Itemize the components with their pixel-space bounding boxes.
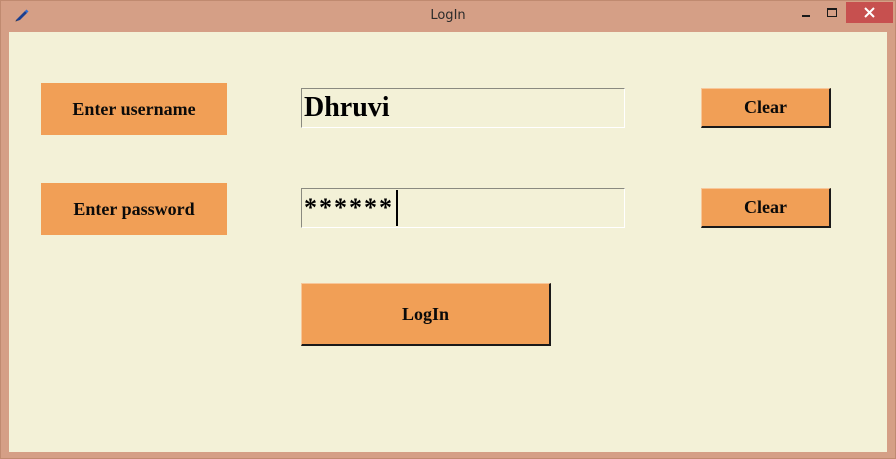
- maximize-icon: [827, 8, 837, 17]
- window-title: LogIn: [430, 8, 466, 23]
- login-button[interactable]: LogIn: [301, 283, 551, 346]
- username-label: Enter username: [41, 83, 227, 135]
- clear-password-button[interactable]: Clear: [701, 188, 831, 228]
- close-button[interactable]: [846, 2, 893, 23]
- password-input[interactable]: ******: [301, 188, 625, 228]
- title-bar[interactable]: LogIn: [1, 1, 895, 32]
- form-area: Enter username Dhruvi Clear Enter passwo…: [9, 32, 887, 452]
- password-value: ******: [304, 193, 394, 222]
- login-window: LogIn Enter username Dhruvi Clear Enter …: [0, 0, 896, 459]
- maximize-button[interactable]: [819, 2, 845, 23]
- password-label: Enter password: [41, 183, 227, 235]
- username-value: Dhruvi: [304, 92, 390, 123]
- close-icon: [864, 7, 875, 18]
- minimize-button[interactable]: [793, 2, 819, 23]
- username-input[interactable]: Dhruvi: [301, 88, 625, 128]
- text-cursor: [396, 190, 398, 226]
- clear-username-button[interactable]: Clear: [701, 88, 831, 128]
- minimize-icon: [802, 15, 810, 17]
